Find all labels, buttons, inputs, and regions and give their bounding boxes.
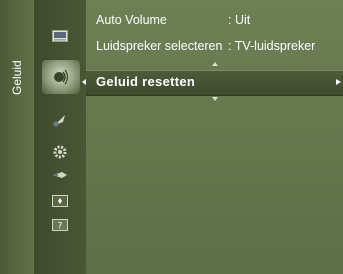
- input-icon[interactable]: [50, 167, 70, 183]
- submenu-arrow-icon: [336, 79, 341, 85]
- scroll-down-icon: [212, 97, 218, 101]
- selected-item-label: Geluid resetten: [96, 74, 196, 89]
- category-label: Geluid: [10, 60, 24, 96]
- picture-icon[interactable]: [50, 28, 70, 44]
- svg-text:?: ?: [58, 222, 63, 232]
- setup-icon[interactable]: [50, 144, 70, 160]
- tv-osd-menu: Geluid ? Auto Volume : Uit Luidspreker s…: [0, 0, 343, 274]
- menu-panel: Auto Volume : Uit Luidspreker selecteren…: [86, 0, 343, 274]
- scroll-up-icon: [212, 62, 218, 66]
- menu-item-label: Luidspreker selecteren: [96, 39, 223, 53]
- menu-item-label: Auto Volume: [96, 13, 167, 27]
- menu-item-auto-volume[interactable]: Auto Volume : Uit: [96, 10, 250, 30]
- menu-item-value: : Uit: [228, 13, 251, 27]
- application-icon[interactable]: [50, 193, 70, 209]
- category-strip: Geluid: [0, 0, 34, 274]
- menu-item-value: : TV-luidspreker: [228, 39, 316, 53]
- support-icon[interactable]: ?: [50, 217, 70, 233]
- sound-icon[interactable]: [42, 60, 80, 94]
- menu-item-speaker-select[interactable]: Luidspreker selecteren : TV-luidspreker: [96, 36, 315, 56]
- channel-icon[interactable]: [50, 112, 70, 128]
